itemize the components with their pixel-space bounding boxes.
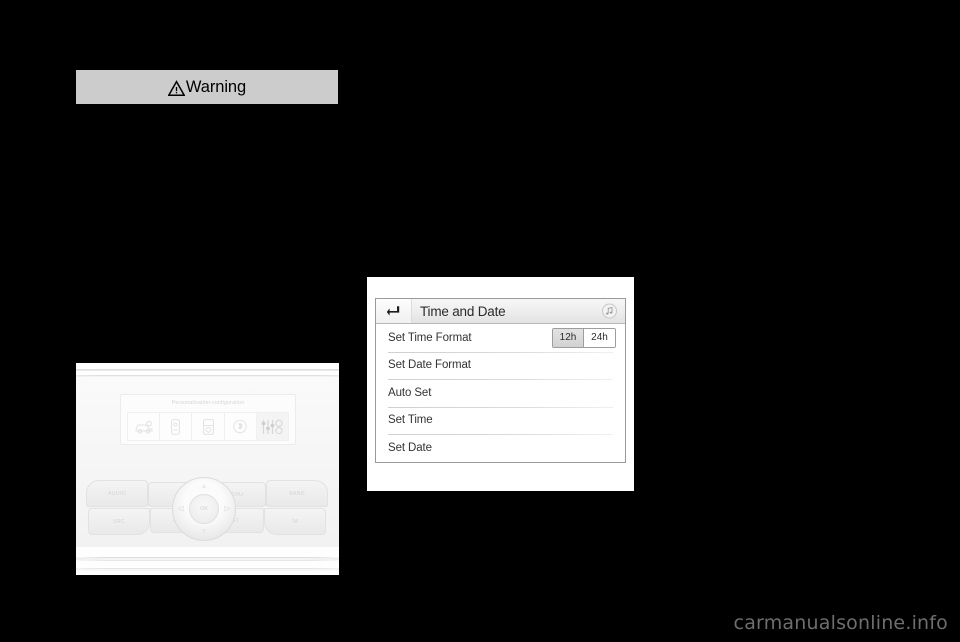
src-button[interactable]: SRC xyxy=(88,508,150,535)
infotainment-control-panel-photo: Personalisation-configuration AUDIO SRC … xyxy=(76,363,339,575)
radio-icon xyxy=(192,413,225,440)
car-settings-icon xyxy=(128,413,161,440)
page-root: Warning Personalisation-configuration AU… xyxy=(0,0,960,642)
list-item-label: Set Date Format xyxy=(388,359,471,372)
time-format-12h-button[interactable]: 12h xyxy=(553,328,584,347)
list-item-set-date-format[interactable]: Set Date Format xyxy=(376,351,625,380)
list-item-label: Set Time xyxy=(388,414,433,427)
list-item-set-time[interactable]: Set Time xyxy=(376,406,625,435)
warning-label: Warning xyxy=(185,77,247,96)
console-button-cluster: AUDIO ♪ SRC BACK MENU BAND LIST TA ▵ ▿ ◁… xyxy=(84,477,331,541)
music-note-icon[interactable] xyxy=(602,303,617,319)
back-arrow-icon[interactable] xyxy=(376,299,412,323)
list-item-label: Set Time Format xyxy=(388,331,472,344)
chevron-left-icon[interactable]: ◁ xyxy=(178,506,183,513)
time-and-date-panel: Time and Date Set Time Format 12h 24h Se… xyxy=(375,298,626,463)
list-item-set-date[interactable]: Set Date xyxy=(376,434,625,462)
navigation-knob[interactable]: ▵ ▿ ◁ ▷ OK xyxy=(172,477,236,541)
chevron-down-icon[interactable]: ▿ xyxy=(202,528,206,535)
settings-list: Set Time Format 12h 24h Set Date Format … xyxy=(376,324,625,462)
time-and-date-screenshot: Time and Date Set Time Format 12h 24h Se… xyxy=(367,277,634,491)
audio-button[interactable]: AUDIO xyxy=(86,480,148,507)
dashboard-top-seam xyxy=(76,369,339,371)
warning-triangle-icon xyxy=(167,79,186,97)
list-item-label: Auto Set xyxy=(388,386,432,399)
time-format-24h-button[interactable]: 24h xyxy=(584,328,615,347)
ok-button[interactable]: OK xyxy=(189,494,219,524)
sliders-options-icon xyxy=(256,413,289,440)
console-display-title: Personalisation-configuration xyxy=(171,400,245,406)
list-item-auto-set[interactable]: Auto Set xyxy=(376,379,625,407)
band-button[interactable]: BAND xyxy=(266,480,328,507)
time-format-segmented-control[interactable]: 12h 24h xyxy=(552,327,616,348)
list-item-label: Set Date xyxy=(388,441,432,454)
chevron-up-icon[interactable]: ▵ xyxy=(202,483,206,490)
warning-heading-box: Warning xyxy=(76,70,338,104)
console-display-icon-row xyxy=(127,412,289,441)
display-icon xyxy=(160,413,193,440)
bluetooth-icon xyxy=(224,413,257,440)
watermark: carmanualsonline.info xyxy=(733,612,948,634)
dashboard-bottom-seam xyxy=(76,557,339,561)
page-title: Time and Date xyxy=(420,303,506,319)
list-item-set-time-format[interactable]: Set Time Format 12h 24h xyxy=(376,324,625,352)
time-and-date-titlebar: Time and Date xyxy=(376,299,625,324)
ta-button[interactable]: TA xyxy=(264,508,326,535)
console-display: Personalisation-configuration xyxy=(120,394,296,445)
dashboard-bottom-seam-2 xyxy=(76,568,339,571)
chevron-right-icon[interactable]: ▷ xyxy=(225,506,230,513)
